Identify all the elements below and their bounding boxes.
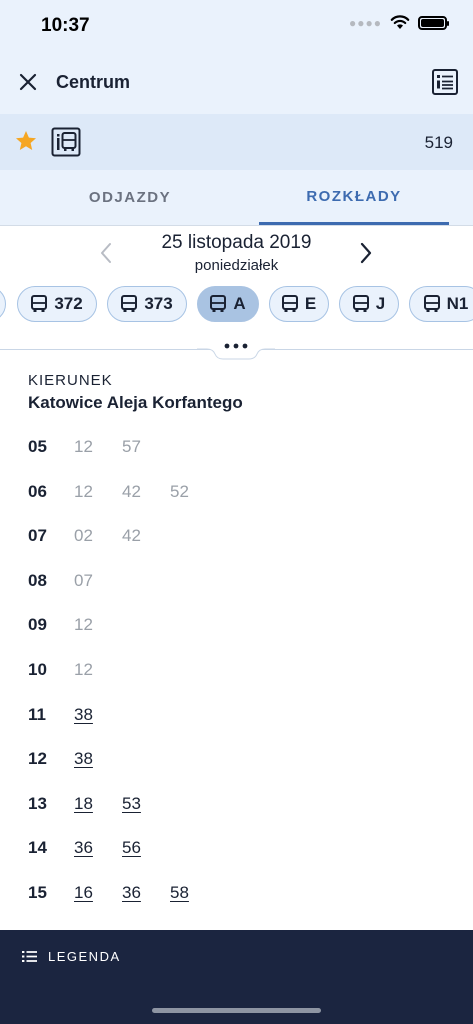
line-label: N1 — [446, 294, 469, 313]
line-chip-373[interactable]: 373 — [107, 286, 187, 322]
departure-minute: 57 — [122, 437, 141, 456]
hour-label: 13 — [28, 793, 47, 813]
hour-label: 05 — [28, 437, 47, 456]
hour-label: 07 — [28, 526, 47, 546]
selected-date: 25 listopada 2019 — [161, 232, 312, 253]
stop-number: 519 — [424, 133, 453, 152]
lines-selector: 372 373 A E J N1 — [0, 286, 473, 324]
direction-name: Katowice Aleja Korfantego — [28, 393, 243, 412]
legend-button[interactable]: LEGENDA — [22, 949, 121, 964]
stop-info-bar: 519 — [0, 114, 473, 170]
line-label: J — [375, 294, 386, 313]
tab-schedules[interactable]: ROZKŁADY — [259, 170, 449, 225]
departure-minute-link[interactable]: 56 — [122, 838, 141, 858]
timetable-row: 10 12 — [0, 648, 473, 693]
cellular-signal-icon: ●●●● — [349, 15, 382, 30]
bus-stop-icon — [51, 127, 81, 157]
line-chip-e[interactable]: E — [269, 286, 329, 322]
departure-minute: 12 — [74, 481, 93, 501]
close-button[interactable] — [14, 68, 42, 96]
hour-label: 12 — [28, 749, 47, 769]
hour-label: 06 — [28, 481, 47, 501]
timetable-row: 14 36 56 — [0, 826, 473, 871]
timetable: 05 12 57 06 12 42 52 07 02 42 08 07 09 1… — [0, 425, 473, 916]
departure-minute-link[interactable]: 38 — [74, 749, 93, 769]
line-label: 372 — [54, 294, 83, 313]
battery-icon — [418, 15, 449, 30]
header: Centrum — [0, 52, 473, 114]
star-icon[interactable] — [14, 129, 38, 153]
selected-weekday: poniedziałek — [194, 257, 279, 274]
list-icon — [22, 951, 37, 962]
departure-minute: 12 — [74, 659, 93, 679]
direction-label: KIERUNEK — [28, 372, 113, 389]
departure-minute: 12 — [74, 437, 93, 456]
status-time: 10:37 — [41, 15, 90, 36]
timetable-row: 08 07 — [0, 559, 473, 604]
departure-minute-link[interactable]: 36 — [74, 838, 93, 858]
hour-label: 09 — [28, 615, 47, 635]
more-dots-icon — [224, 343, 248, 349]
bus-icon — [352, 295, 369, 312]
timetable-row: 05 12 57 — [0, 425, 473, 470]
hour-label: 08 — [28, 570, 47, 590]
departure-minute-link[interactable]: 18 — [74, 794, 93, 814]
departure-minute-link[interactable]: 36 — [122, 883, 141, 903]
status-icons: ●●●● — [349, 15, 449, 30]
status-bar: 10:37 ●●●● — [0, 0, 473, 52]
departure-minute: 12 — [74, 615, 93, 635]
departure-minute: 02 — [74, 526, 93, 546]
line-chip-372[interactable]: 372 — [17, 286, 97, 322]
hour-label: 11 — [28, 704, 46, 724]
timetable-list-button[interactable] — [431, 68, 459, 96]
departure-minute-link[interactable]: 58 — [170, 883, 189, 903]
line-chip-j[interactable]: J — [339, 286, 399, 322]
bus-icon — [423, 295, 440, 312]
hour-label: 15 — [28, 882, 47, 902]
departure-minute-link[interactable]: 38 — [74, 705, 93, 725]
bus-icon — [121, 295, 138, 312]
departure-minute-link[interactable]: 16 — [74, 883, 93, 903]
tab-departures[interactable]: ODJAZDY — [24, 170, 236, 225]
departure-minute: 07 — [74, 570, 93, 590]
hour-label: 10 — [28, 659, 47, 679]
departure-minute: 42 — [122, 526, 141, 546]
line-chip[interactable] — [0, 286, 6, 322]
close-icon — [19, 73, 37, 91]
legend-label: LEGENDA — [48, 949, 121, 964]
bus-icon — [281, 295, 298, 312]
bus-icon — [210, 295, 227, 312]
departure-minute: 52 — [170, 481, 189, 501]
departure-minute: 42 — [122, 481, 141, 501]
line-label: A — [233, 294, 246, 313]
chevron-right-icon[interactable] — [356, 240, 376, 266]
line-chip-n1[interactable]: N1 — [409, 286, 473, 322]
tab-bar: ODJAZDY ROZKŁADY — [0, 170, 473, 226]
date-navigator: 25 listopada 2019 poniedziałek — [0, 230, 473, 280]
timetable-row: 07 02 42 — [0, 514, 473, 559]
home-indicator[interactable] — [152, 1008, 321, 1013]
timetable-row: 09 12 — [0, 603, 473, 648]
timetable-row: 15 16 36 58 — [0, 871, 473, 916]
more-button[interactable] — [217, 336, 255, 356]
bus-icon — [31, 295, 48, 312]
timetable-row: 06 12 42 52 — [0, 470, 473, 515]
timetable-row: 12 38 — [0, 737, 473, 782]
timetable-row: 13 18 53 — [0, 782, 473, 827]
line-chip-a[interactable]: A — [197, 286, 259, 322]
line-label: 373 — [144, 294, 173, 313]
wifi-icon — [390, 15, 410, 29]
line-label: E — [304, 294, 317, 313]
timetable-list-icon — [432, 69, 458, 95]
hour-label: 14 — [28, 838, 47, 858]
timetable-row: 11 38 — [0, 693, 473, 738]
page-title: Centrum — [56, 72, 131, 92]
footer-bar: LEGENDA — [0, 930, 473, 1024]
departure-minute-link[interactable]: 53 — [122, 794, 141, 814]
